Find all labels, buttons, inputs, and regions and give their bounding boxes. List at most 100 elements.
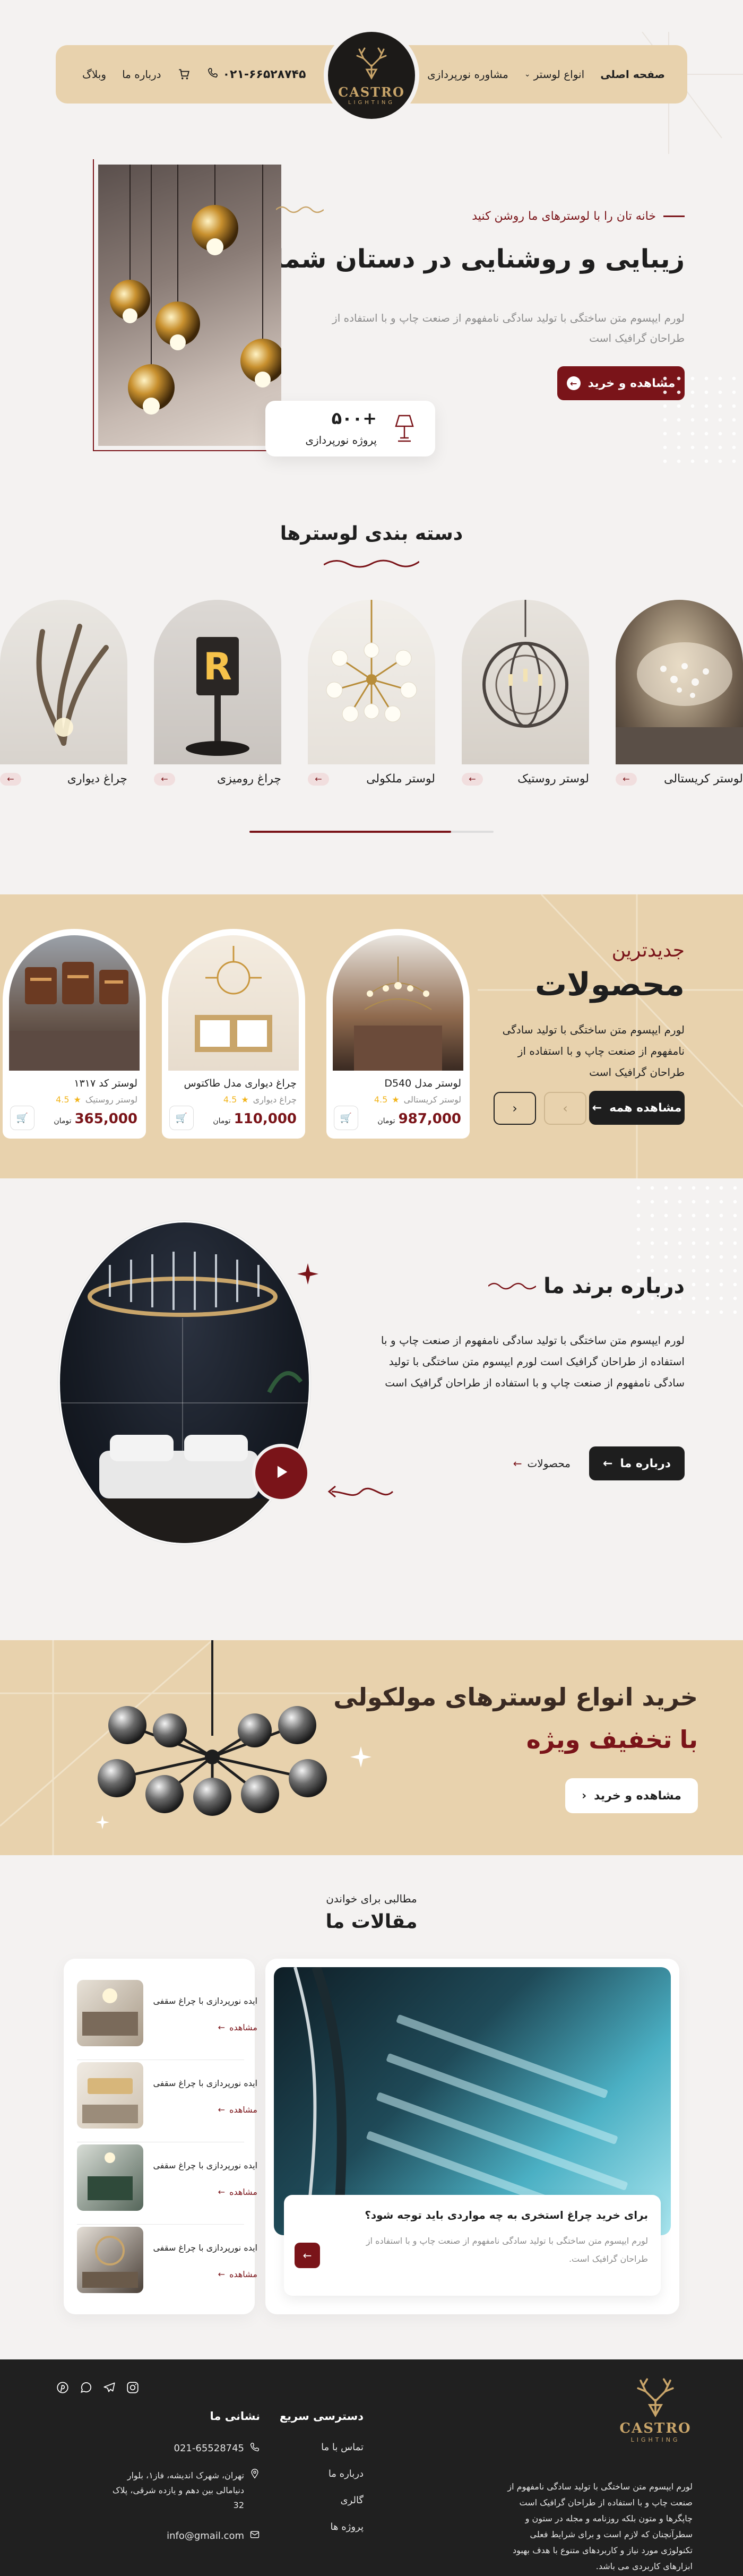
footer-logo[interactable]: CASTRO LIGHTING — [618, 2375, 693, 2443]
category-card-wall-lamp[interactable] — [0, 600, 127, 764]
category-card-crystal[interactable] — [616, 600, 743, 764]
nav-home[interactable]: صفحه اصلی — [600, 68, 665, 81]
product-category: لوستر روستیک — [85, 1095, 137, 1105]
article-link[interactable]: مشاهده ← — [218, 2187, 257, 2197]
arrow-left-icon[interactable]: ← — [462, 772, 483, 786]
telegram-icon[interactable] — [102, 2381, 116, 2397]
featured-article-card[interactable]: برای خرید چراغ استخری به چه مواردی باید … — [265, 1959, 679, 2314]
site-logo[interactable]: CASTRO LIGHTING — [324, 28, 419, 123]
chevron-left-icon: ‹ — [512, 1101, 517, 1116]
products-prev-button[interactable]: › — [544, 1092, 586, 1125]
category-card-molecular[interactable] — [308, 600, 435, 764]
add-to-cart-icon[interactable]: 🛒 — [169, 1106, 194, 1130]
cart-icon[interactable] — [177, 67, 191, 81]
about-products-link[interactable]: محصولات ← — [513, 1457, 571, 1470]
article-link-label: مشاهده — [229, 2105, 257, 2115]
star-icon: ★ — [392, 1095, 400, 1105]
arrow-left-icon[interactable]: ← — [0, 772, 21, 786]
product-price: 365,000 — [74, 1111, 137, 1127]
footer-about-text: لورم ایپسوم متن ساختگی با تولید سادگی نا… — [507, 2482, 693, 2571]
hero-description: لورم ایپسوم متن ساختگی با تولید سادگی نا… — [332, 312, 685, 344]
pinterest-icon[interactable] — [56, 2381, 70, 2397]
product-price: 987,000 — [398, 1111, 461, 1127]
category-name-crystal: لوستر کریستالی — [663, 772, 743, 786]
eyebrow-line — [663, 216, 685, 217]
arrow-left-icon: ← — [592, 1101, 602, 1115]
about-title-row: درباره برند ما — [488, 1274, 685, 1298]
footer-link-gallery[interactable]: گالری — [340, 2495, 364, 2506]
phone-number: ۰۲۱-۶۶۵۲۸۷۴۵ — [222, 67, 306, 81]
product-meta: چراغ دیواری ★ 4.5 — [223, 1095, 297, 1105]
social-icons — [56, 2381, 140, 2397]
products-view-all-button[interactable]: مشاهده همه ← — [589, 1091, 685, 1125]
product-card[interactable]: چراغ دیواری مدل طاکتوس چراغ دیواری ★ 4.5… — [162, 929, 305, 1139]
svg-text:R: R — [203, 645, 232, 688]
nav-lighting-consult[interactable]: مشاوره نورپردازی — [427, 68, 508, 81]
article-link[interactable]: مشاهده ← — [218, 2269, 257, 2279]
product-currency: تومان — [54, 1117, 72, 1125]
article-list-item[interactable]: ایده نورپردازی با چراغ سقفی مشاهده ← — [77, 2227, 263, 2301]
categories-scrollbar-thumb[interactable] — [249, 831, 451, 833]
instagram-icon[interactable] — [126, 2381, 140, 2397]
nav-about[interactable]: درباره ما — [122, 68, 161, 81]
product-rating: 4.5 — [56, 1095, 70, 1105]
footer-link-about[interactable]: درباره ما — [329, 2468, 364, 2479]
product-price-row: 110,000 تومان — [213, 1111, 297, 1127]
add-to-cart-icon[interactable]: 🛒 — [10, 1106, 34, 1130]
about-us-button[interactable]: درباره ما ← — [589, 1446, 685, 1480]
article-list-item[interactable]: ایده نورپردازی با چراغ سقفی مشاهده ← — [77, 2144, 263, 2219]
category-card-rustic[interactable] — [462, 600, 589, 764]
products-next-button[interactable]: ‹ — [494, 1092, 536, 1125]
footer-email[interactable]: info@gmail.com — [167, 2530, 244, 2541]
categories-title: دسته بندی لوسترها — [280, 523, 463, 545]
featured-article-excerpt: لورم ایپسوم متن ساختگی با تولید سادگی نا… — [366, 2236, 648, 2264]
sparkle-icon — [96, 1815, 109, 1829]
category-label-crystal: لوستر کریستالی ← — [616, 772, 743, 786]
play-video-button[interactable] — [252, 1444, 310, 1502]
product-currency: تومان — [377, 1117, 395, 1125]
arrow-left-icon[interactable]: ← — [308, 772, 329, 786]
article-link-label: مشاهده — [229, 2022, 257, 2032]
product-meta: لوستر کریستالی ★ 4.5 — [374, 1095, 461, 1105]
article-link-label: مشاهده — [229, 2269, 257, 2279]
article-title: ایده نورپردازی با چراغ سقفی — [153, 2078, 257, 2088]
product-image — [9, 935, 140, 1071]
nav-blog[interactable]: وبلاگ — [82, 68, 106, 81]
nav-chandelier-types[interactable]: انواع لوستر ⌄ — [524, 68, 584, 81]
footer-address-row: تهران، شهرک اندیشه، فاز۱، بلوار دنیامالی… — [111, 2468, 260, 2513]
product-currency: تومان — [213, 1117, 231, 1125]
article-link[interactable]: مشاهده ← — [218, 2022, 257, 2032]
article-list-item[interactable]: ایده نورپردازی با چراغ سقفی مشاهده ← — [77, 1980, 263, 2054]
arrow-left-icon[interactable]: ← — [616, 772, 637, 786]
arrow-left-icon: ← — [218, 2022, 226, 2032]
hero-stat-value: +۵۰۰ — [331, 408, 377, 428]
sparkle-icon — [297, 1263, 318, 1285]
secondary-nav: ۰۲۱-۶۶۵۲۸۷۴۵ درباره ما وبلاگ — [82, 45, 306, 104]
article-title: ایده نورپردازی با چراغ سقفی — [153, 2243, 257, 2253]
product-card[interactable]: لوستر کد ۱۳۱۷ لوستر روستیک ★ 4.5 365,000… — [3, 929, 146, 1139]
footer-link-projects[interactable]: پروژه ها — [331, 2521, 364, 2532]
table-lamp-illustration: R — [186, 637, 249, 756]
product-image — [168, 935, 299, 1071]
categories-scrollbar-track[interactable] — [249, 831, 494, 833]
promo-shop-button[interactable]: مشاهده و خرید ‹ — [565, 1778, 698, 1813]
hero-stat-label: پروژه نورپردازی — [305, 434, 377, 446]
articles-title: مقالات ما — [325, 1911, 418, 1933]
featured-article-arrow-button[interactable]: ← — [295, 2243, 320, 2268]
category-label-wall-lamp: چراغ دیواری ← — [0, 772, 127, 786]
arrow-left-icon[interactable]: ← — [154, 772, 175, 786]
article-link[interactable]: مشاهده ← — [218, 2105, 257, 2115]
product-card[interactable]: لوستر مدل D540 لوستر کریستالی ★ 4.5 987,… — [326, 929, 470, 1139]
footer-link-contact[interactable]: تماس با ما — [321, 2442, 364, 2453]
product-rating: 4.5 — [223, 1095, 237, 1105]
arrow-left-icon: ← — [218, 2105, 226, 2115]
category-card-table-lamp[interactable]: R — [154, 600, 281, 764]
product-name: لوستر مدل D540 — [384, 1078, 461, 1089]
whatsapp-icon[interactable] — [79, 2381, 93, 2397]
chevron-left-icon: ‹ — [582, 1789, 587, 1803]
article-thumbnail — [77, 2144, 143, 2211]
add-to-cart-icon[interactable]: 🛒 — [334, 1106, 358, 1130]
phone-link[interactable]: ۰۲۱-۶۶۵۲۸۷۴۵ — [207, 67, 306, 82]
footer-phone[interactable]: 021-65528745 — [174, 2443, 244, 2454]
article-list-item[interactable]: ایده نورپردازی با چراغ سقفی مشاهده ← — [77, 2062, 263, 2136]
